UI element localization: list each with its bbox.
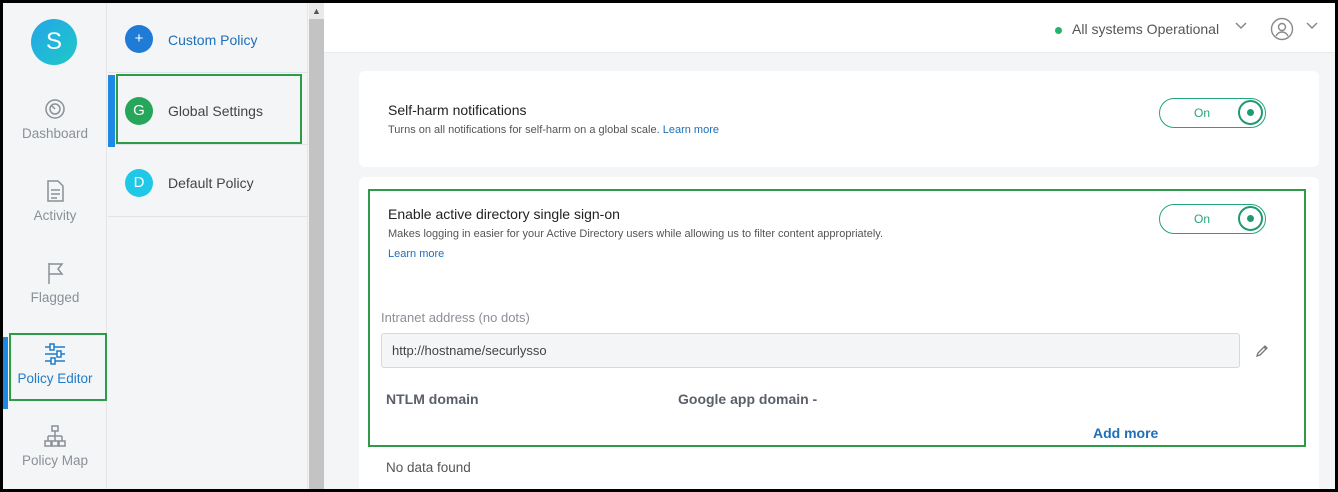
nav-item-policy-map[interactable]: Policy Map [3, 423, 107, 489]
chevron-down-icon[interactable] [1233, 17, 1249, 33]
top-bar: All systems Operational [324, 3, 1335, 53]
sliders-icon [42, 341, 68, 367]
self-harm-desc-text: Turns on all notifications for self-harm… [388, 124, 660, 136]
scroll-up-arrow-icon[interactable]: ▲ [309, 3, 324, 19]
system-status[interactable]: All systems Operational [1055, 21, 1219, 37]
policy-item-default[interactable]: D Default Policy [108, 147, 308, 217]
policy-item-custom[interactable]: + Custom Policy [108, 3, 308, 73]
intranet-address-input[interactable] [381, 333, 1240, 368]
sso-description: Makes logging in easier for your Active … [388, 228, 884, 240]
policy-item-global-settings[interactable]: G Global Settings [108, 75, 308, 147]
user-avatar-icon[interactable] [1270, 17, 1294, 41]
self-harm-learn-more-link[interactable]: Learn more [663, 124, 719, 136]
nav-item-activity[interactable]: Activity [3, 178, 107, 244]
intranet-address-label: Intranet address (no dots) [381, 310, 530, 325]
toggle-knob-icon [1238, 100, 1263, 125]
edit-pencil-icon[interactable] [1254, 343, 1270, 359]
nav-label-dashboard: Dashboard [21, 126, 89, 141]
status-text: All systems Operational [1072, 21, 1220, 37]
app-frame: S Dashboard Activity Flagged Policy Edit… [0, 0, 1338, 492]
nav-label-flagged: Flagged [30, 290, 80, 305]
sitemap-icon [42, 423, 68, 449]
nav-label-policy-map: Policy Map [21, 453, 89, 468]
toggle-knob-icon [1238, 206, 1263, 231]
policy-badge-default: D [125, 169, 153, 197]
app-logo[interactable]: S [31, 19, 77, 65]
no-data-message: No data found [386, 460, 471, 475]
status-dot-icon [1055, 26, 1062, 34]
policy-label-default: Default Policy [168, 175, 254, 191]
nav-label-activity: Activity [33, 208, 77, 223]
sso-learn-more-link[interactable]: Learn more [388, 248, 444, 260]
dashboard-gauge-icon [42, 96, 68, 122]
nav-label-policy-editor: Policy Editor [17, 371, 93, 386]
policy-badge-global: G [125, 97, 153, 125]
user-menu-chevron-icon[interactable] [1304, 17, 1320, 33]
policy-label-custom: Custom Policy [168, 32, 258, 48]
plus-icon: + [125, 25, 153, 53]
sso-toggle[interactable]: On [1159, 204, 1266, 234]
flag-icon [42, 260, 68, 286]
google-app-domain-header: Google app domain - [678, 391, 818, 407]
settings-content: Self-harm notifications Turns on all not… [324, 53, 1335, 489]
policy-list-scrollbar[interactable]: ▲ [309, 3, 324, 489]
self-harm-description: Turns on all notifications for self-harm… [388, 124, 719, 136]
add-more-button[interactable]: Add more [1093, 425, 1158, 441]
sso-card: Enable active directory single sign-on M… [359, 177, 1319, 489]
self-harm-toggle[interactable]: On [1159, 98, 1266, 128]
nav-item-flagged[interactable]: Flagged [3, 260, 107, 326]
policy-label-global: Global Settings [168, 103, 263, 119]
self-harm-card: Self-harm notifications Turns on all not… [359, 71, 1319, 167]
ntlm-domain-header: NTLM domain [386, 391, 479, 407]
nav-item-policy-editor[interactable]: Policy Editor [3, 337, 107, 409]
main-nav: S Dashboard Activity Flagged Policy Edit… [3, 3, 107, 489]
self-harm-toggle-label: On [1193, 106, 1210, 120]
activity-document-icon [42, 178, 68, 204]
sso-toggle-label: On [1193, 212, 1210, 226]
nav-item-dashboard[interactable]: Dashboard [3, 96, 107, 162]
sso-title: Enable active directory single sign-on [388, 206, 620, 222]
self-harm-title: Self-harm notifications [388, 102, 527, 118]
policy-list: + Custom Policy G Global Settings D Defa… [108, 3, 308, 489]
